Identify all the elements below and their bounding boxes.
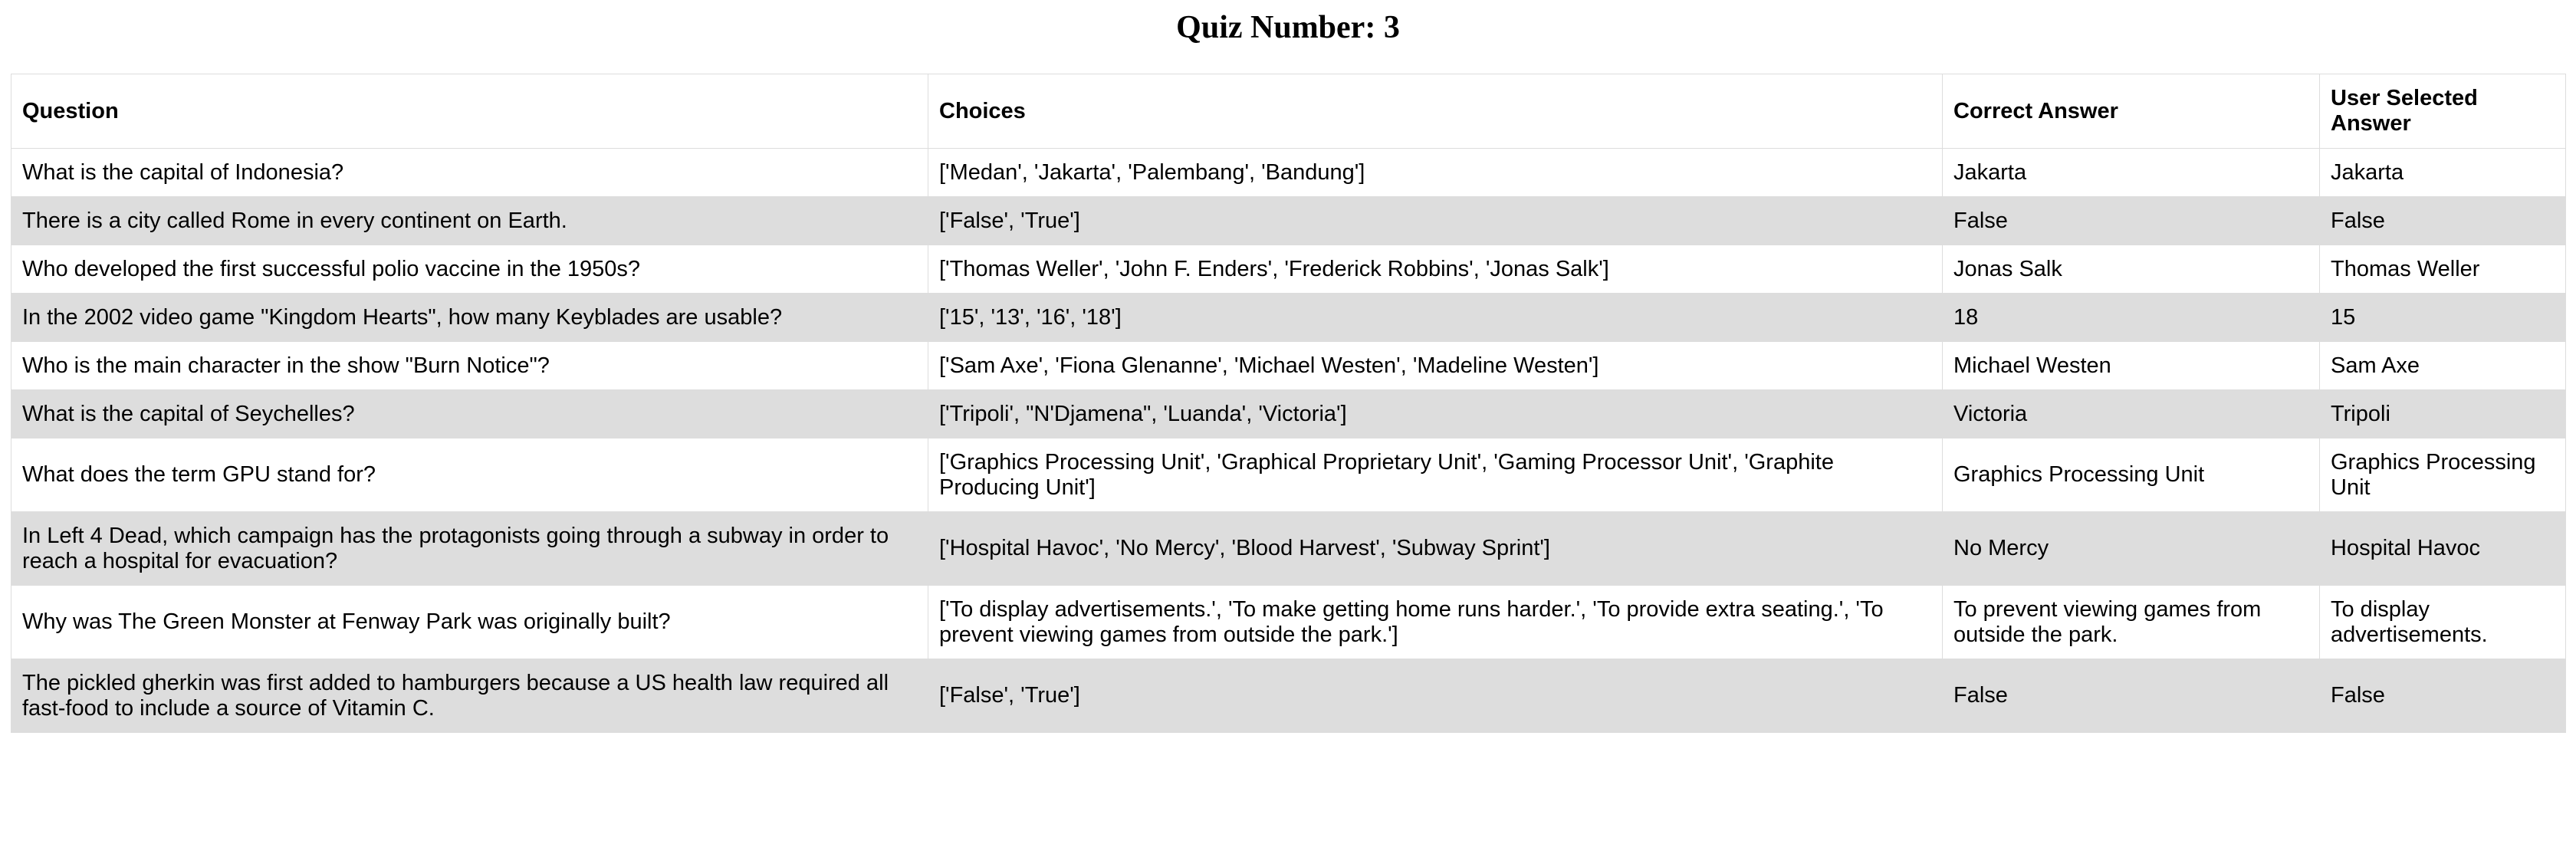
column-header-choices: Choices [928, 74, 1943, 149]
choices-cell: ['Sam Axe', 'Fiona Glenanne', 'Michael W… [928, 341, 1943, 390]
user-answer-cell: Hospital Havoc [2319, 511, 2566, 586]
table-row: In the 2002 video game "Kingdom Hearts",… [11, 293, 2566, 342]
choices-cell: ['Medan', 'Jakarta', 'Palembang', 'Bandu… [928, 148, 1943, 197]
table-row: Who developed the first successful polio… [11, 245, 2566, 294]
table-row: What does the term GPU stand for? ['Grap… [11, 438, 2566, 512]
table-header: Question Choices Correct Answer User Sel… [11, 74, 2566, 149]
table-row: What is the capital of Indonesia? ['Meda… [11, 148, 2566, 197]
question-cell: What is the capital of Indonesia? [11, 148, 928, 197]
correct-answer-cell: No Mercy [1942, 511, 2320, 586]
user-answer-cell: Graphics Processing Unit [2319, 438, 2566, 512]
table-row: Why was The Green Monster at Fenway Park… [11, 585, 2566, 659]
user-answer-cell: False [2319, 196, 2566, 245]
user-answer-cell: Sam Axe [2319, 341, 2566, 390]
user-answer-cell: False [2319, 659, 2566, 733]
page-title: Quiz Number: 3 [1176, 10, 1400, 45]
correct-answer-cell: Jonas Salk [1942, 245, 2320, 294]
user-answer-cell: To display advertisements. [2319, 585, 2566, 659]
table-row: What is the capital of Seychelles? ['Tri… [11, 389, 2566, 438]
question-cell: Who is the main character in the show "B… [11, 341, 928, 390]
table-row: There is a city called Rome in every con… [11, 196, 2566, 245]
question-cell: Who developed the first successful polio… [11, 245, 928, 294]
user-answer-cell: Tripoli [2319, 389, 2566, 438]
choices-cell: ['False', 'True'] [928, 659, 1943, 733]
question-cell: There is a city called Rome in every con… [11, 196, 928, 245]
question-cell: The pickled gherkin was first added to h… [11, 659, 928, 733]
choices-cell: ['To display advertisements.', 'To make … [928, 585, 1943, 659]
choices-cell: ['Graphics Processing Unit', 'Graphical … [928, 438, 1943, 512]
user-answer-cell: 15 [2319, 293, 2566, 342]
choices-cell: ['Hospital Havoc', 'No Mercy', 'Blood Ha… [928, 511, 1943, 586]
user-answer-cell: Jakarta [2319, 148, 2566, 197]
correct-answer-cell: False [1942, 196, 2320, 245]
column-header-question: Question [11, 74, 928, 149]
correct-answer-cell: Graphics Processing Unit [1942, 438, 2320, 512]
correct-answer-cell: Victoria [1942, 389, 2320, 438]
correct-answer-cell: 18 [1942, 293, 2320, 342]
question-cell: Why was The Green Monster at Fenway Park… [11, 585, 928, 659]
column-header-correct-answer: Correct Answer [1942, 74, 2320, 149]
choices-cell: ['False', 'True'] [928, 196, 1943, 245]
table-row: The pickled gherkin was first added to h… [11, 659, 2566, 733]
correct-answer-cell: False [1942, 659, 2320, 733]
quiz-results-table: Question Choices Correct Answer User Sel… [11, 74, 2566, 733]
choices-cell: ['15', '13', '16', '18'] [928, 293, 1943, 342]
header-row: Question Choices Correct Answer User Sel… [11, 74, 2566, 149]
table-row: In Left 4 Dead, which campaign has the p… [11, 511, 2566, 586]
correct-answer-cell: Michael Westen [1942, 341, 2320, 390]
correct-answer-cell: To prevent viewing games from outside th… [1942, 585, 2320, 659]
question-cell: In Left 4 Dead, which campaign has the p… [11, 511, 928, 586]
table-row: Who is the main character in the show "B… [11, 341, 2566, 390]
choices-cell: ['Tripoli', "N'Djamena", 'Luanda', 'Vict… [928, 389, 1943, 438]
column-header-user-selected-answer: User Selected Answer [2319, 74, 2566, 149]
quiz-table-container: Question Choices Correct Answer User Sel… [11, 74, 2566, 733]
question-cell: What does the term GPU stand for? [11, 438, 928, 512]
choices-cell: ['Thomas Weller', 'John F. Enders', 'Fre… [928, 245, 1943, 294]
question-cell: What is the capital of Seychelles? [11, 389, 928, 438]
question-cell: In the 2002 video game "Kingdom Hearts",… [11, 293, 928, 342]
user-answer-cell: Thomas Weller [2319, 245, 2566, 294]
table-body: What is the capital of Indonesia? ['Meda… [11, 148, 2566, 733]
correct-answer-cell: Jakarta [1942, 148, 2320, 197]
